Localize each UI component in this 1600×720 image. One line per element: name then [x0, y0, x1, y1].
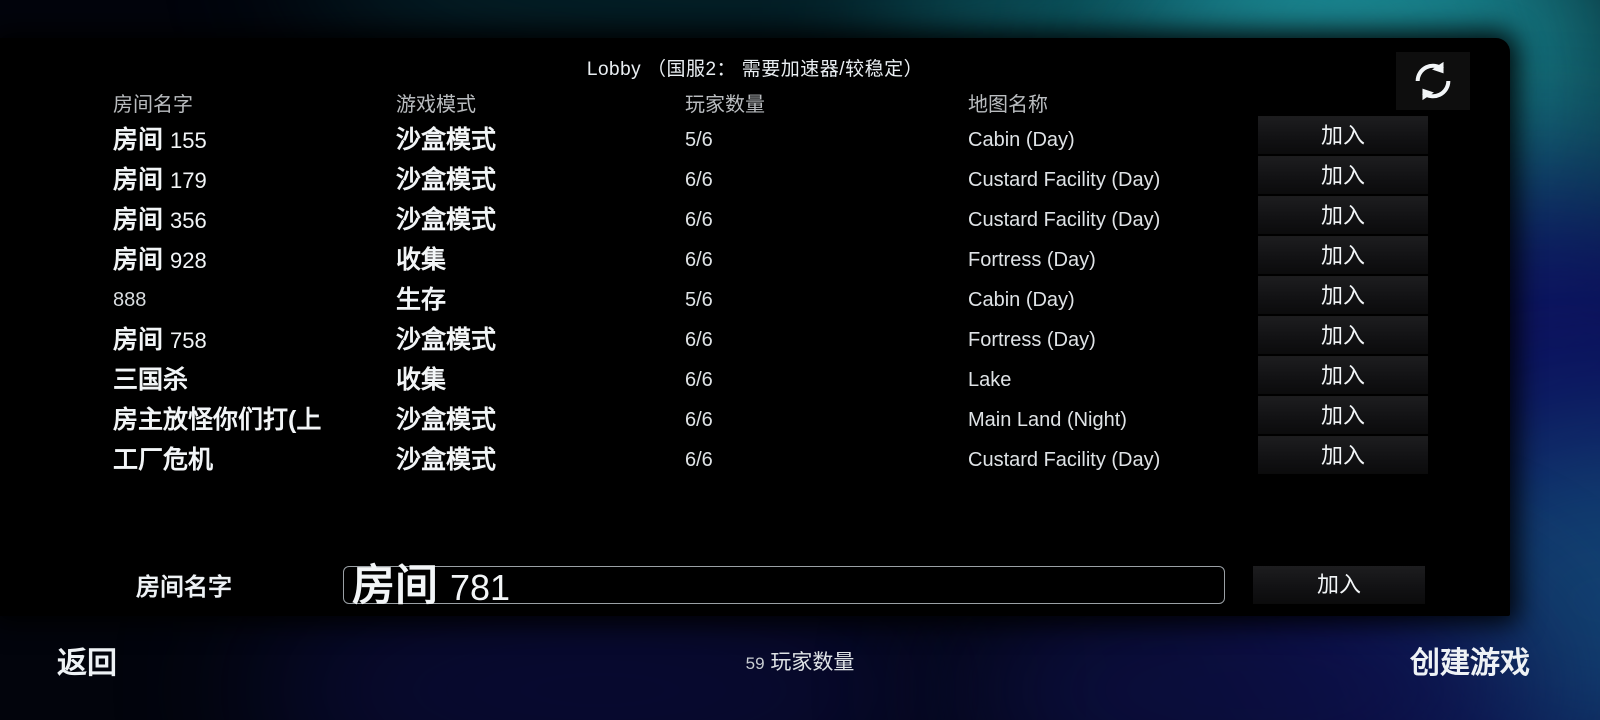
cell-map-name: Cabin (Day): [968, 289, 1075, 311]
bottom-bar: 返回 59 玩家数量 创建游戏: [0, 616, 1600, 720]
create-game-button[interactable]: 创建游戏: [1410, 638, 1530, 682]
table-row[interactable]: 三国杀 收集 6/6 Lake 加入: [0, 356, 1510, 400]
total-player-count-label: 玩家数量: [770, 651, 855, 674]
cell-join: 加入: [1258, 276, 1428, 314]
header-player-count: 玩家数量: [685, 94, 765, 116]
cell-game-mode: 沙盒模式: [396, 406, 497, 434]
table-row[interactable]: 房间 758 沙盒模式 6/6 Fortress (Day) 加入: [0, 316, 1510, 360]
cell-room-name: 房间 179: [113, 166, 207, 194]
header-map-name: 地图名称: [968, 94, 1048, 116]
cell-game-mode: 沙盒模式: [396, 166, 497, 194]
cell-game-mode: 沙盒模式: [396, 446, 497, 474]
cell-room-name: 房间 758: [113, 326, 207, 354]
room-name-number: 928: [169, 248, 207, 273]
header-room-name: 房间名字: [113, 94, 193, 116]
table-row[interactable]: 房间 356 沙盒模式 6/6 Custard Facility (Day) 加…: [0, 196, 1510, 240]
cell-join: 加入: [1258, 236, 1428, 274]
join-button[interactable]: 加入: [1258, 156, 1428, 194]
cell-game-mode: 生存: [396, 286, 447, 314]
cell-map-name: Fortress (Day): [968, 249, 1096, 271]
cell-game-mode: 收集: [396, 366, 447, 394]
room-name-number: 356: [169, 208, 207, 233]
room-name-number: 155: [169, 128, 207, 153]
cell-map-name: Fortress (Day): [968, 329, 1096, 351]
header-game-mode: 游戏模式: [396, 94, 476, 116]
join-by-name-button[interactable]: 加入: [1253, 566, 1425, 604]
cell-player-count: 6/6: [685, 249, 713, 271]
join-button[interactable]: 加入: [1258, 276, 1428, 314]
cell-room-name: 三国杀: [113, 366, 189, 394]
cell-game-mode: 沙盒模式: [396, 326, 497, 354]
cell-player-count: 6/6: [685, 329, 713, 351]
page-title: Lobby （国服2： 需要加速器/较稳定）: [586, 59, 924, 80]
cell-room-name: 888: [113, 289, 147, 311]
table-row[interactable]: 工厂危机 沙盒模式 6/6 Custard Facility (Day) 加入: [0, 436, 1510, 480]
room-name-input-value: 房间 781: [352, 558, 510, 616]
table-row[interactable]: 房间 928 收集 6/6 Fortress (Day) 加入: [0, 236, 1510, 280]
cell-map-name: Custard Facility (Day): [968, 209, 1161, 231]
room-name-input-text: 房间: [352, 562, 438, 610]
cell-join: 加入: [1258, 196, 1428, 234]
room-name-number: 758: [169, 328, 207, 353]
cell-join: 加入: [1258, 156, 1428, 194]
cell-room-name: 工厂危机: [113, 446, 214, 474]
join-button[interactable]: 加入: [1258, 396, 1428, 434]
cell-room-name: 房间 356: [113, 206, 207, 234]
room-list-table: 房间名字 游戏模式 玩家数量 地图名称 房间 155 沙盒模式 5/6 Cabi…: [0, 88, 1510, 480]
cell-map-name: Lake: [968, 369, 1012, 391]
cell-player-count: 6/6: [685, 369, 713, 391]
cell-map-name: Custard Facility (Day): [968, 449, 1161, 471]
cell-map-name: Cabin (Day): [968, 129, 1075, 151]
cell-map-name: Custard Facility (Day): [968, 169, 1161, 191]
cell-join: 加入: [1258, 396, 1428, 434]
table-row[interactable]: 房主放怪你们打(上 沙盒模式 6/6 Main Land (Night) 加入: [0, 396, 1510, 440]
cell-join: 加入: [1258, 436, 1428, 474]
cell-game-mode: 收集: [396, 246, 447, 274]
cell-player-count: 5/6: [685, 289, 713, 311]
join-button[interactable]: 加入: [1258, 236, 1428, 274]
cell-player-count: 6/6: [685, 209, 713, 231]
total-player-count: 59 玩家数量: [0, 646, 1600, 676]
cell-map-name: Main Land (Night): [968, 409, 1127, 431]
join-button[interactable]: 加入: [1258, 356, 1428, 394]
cell-player-count: 5/6: [685, 129, 713, 151]
room-name-number: 179: [169, 168, 207, 193]
total-player-count-number: 59: [745, 654, 765, 673]
table-row[interactable]: 888 生存 5/6 Cabin (Day) 加入: [0, 276, 1510, 320]
cell-game-mode: 沙盒模式: [396, 206, 497, 234]
cell-player-count: 6/6: [685, 449, 713, 471]
table-row[interactable]: 房间 179 沙盒模式 6/6 Custard Facility (Day) 加…: [0, 156, 1510, 200]
join-button[interactable]: 加入: [1258, 116, 1428, 154]
room-name-input-number: 781: [449, 567, 511, 608]
cell-join: 加入: [1258, 316, 1428, 354]
cell-room-name: 房间 928: [113, 246, 207, 274]
join-button[interactable]: 加入: [1258, 436, 1428, 474]
cell-join: 加入: [1258, 356, 1428, 394]
cell-game-mode: 沙盒模式: [396, 126, 497, 154]
cell-room-name: 房间 155: [113, 126, 207, 154]
room-name-label: 房间名字: [136, 574, 232, 601]
table-row[interactable]: 房间 155 沙盒模式 5/6 Cabin (Day) 加入: [0, 116, 1510, 160]
cell-join: 加入: [1258, 116, 1428, 154]
cell-room-name: 房主放怪你们打(上: [113, 406, 322, 434]
join-button[interactable]: 加入: [1258, 196, 1428, 234]
cell-player-count: 6/6: [685, 409, 713, 431]
join-button[interactable]: 加入: [1258, 316, 1428, 354]
cell-player-count: 6/6: [685, 169, 713, 191]
